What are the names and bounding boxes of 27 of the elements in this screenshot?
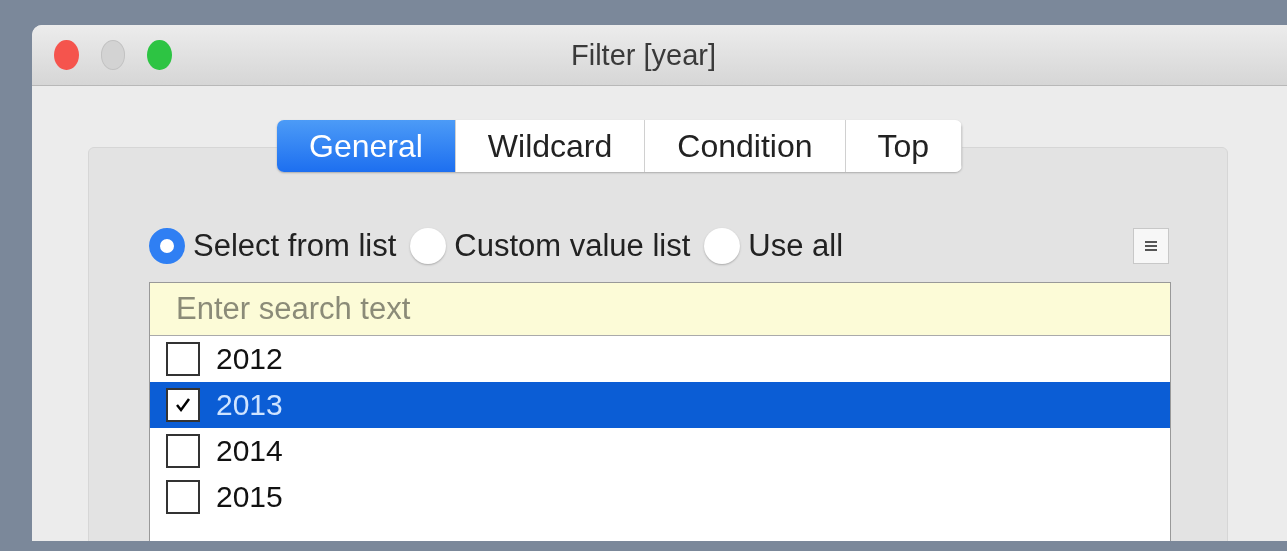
list-item[interactable]: 2014 bbox=[150, 428, 1170, 474]
list-item[interactable]: 2012 bbox=[150, 336, 1170, 382]
search-field[interactable]: Enter search text bbox=[150, 283, 1170, 336]
item-label: 2012 bbox=[216, 342, 283, 376]
radio-label[interactable]: Use all bbox=[748, 228, 844, 264]
list-item[interactable]: 2013 bbox=[150, 382, 1170, 428]
menu-icon bbox=[1143, 238, 1159, 254]
checkbox[interactable] bbox=[166, 342, 200, 376]
radio-label[interactable]: Select from list bbox=[193, 228, 397, 264]
menu-button[interactable] bbox=[1133, 228, 1169, 264]
checkbox[interactable] bbox=[166, 480, 200, 514]
tab[interactable]: Top bbox=[845, 120, 963, 172]
tab[interactable]: General bbox=[277, 120, 456, 172]
list-item[interactable]: 2015 bbox=[150, 474, 1170, 520]
checkbox[interactable] bbox=[166, 388, 200, 422]
item-label: 2014 bbox=[216, 434, 283, 468]
item-label: 2013 bbox=[216, 388, 283, 422]
window-title: Filter [year] bbox=[570, 38, 717, 72]
tab[interactable]: Condition bbox=[645, 120, 846, 172]
radio-button[interactable] bbox=[410, 228, 447, 264]
close-button[interactable] bbox=[54, 40, 79, 70]
checkbox[interactable] bbox=[166, 434, 200, 468]
radio-label[interactable]: Custom value list bbox=[454, 228, 691, 264]
item-label: 2015 bbox=[216, 480, 283, 514]
tab[interactable]: Wildcard bbox=[455, 120, 646, 172]
radio-button[interactable] bbox=[704, 228, 741, 264]
radio-button[interactable] bbox=[149, 228, 185, 264]
